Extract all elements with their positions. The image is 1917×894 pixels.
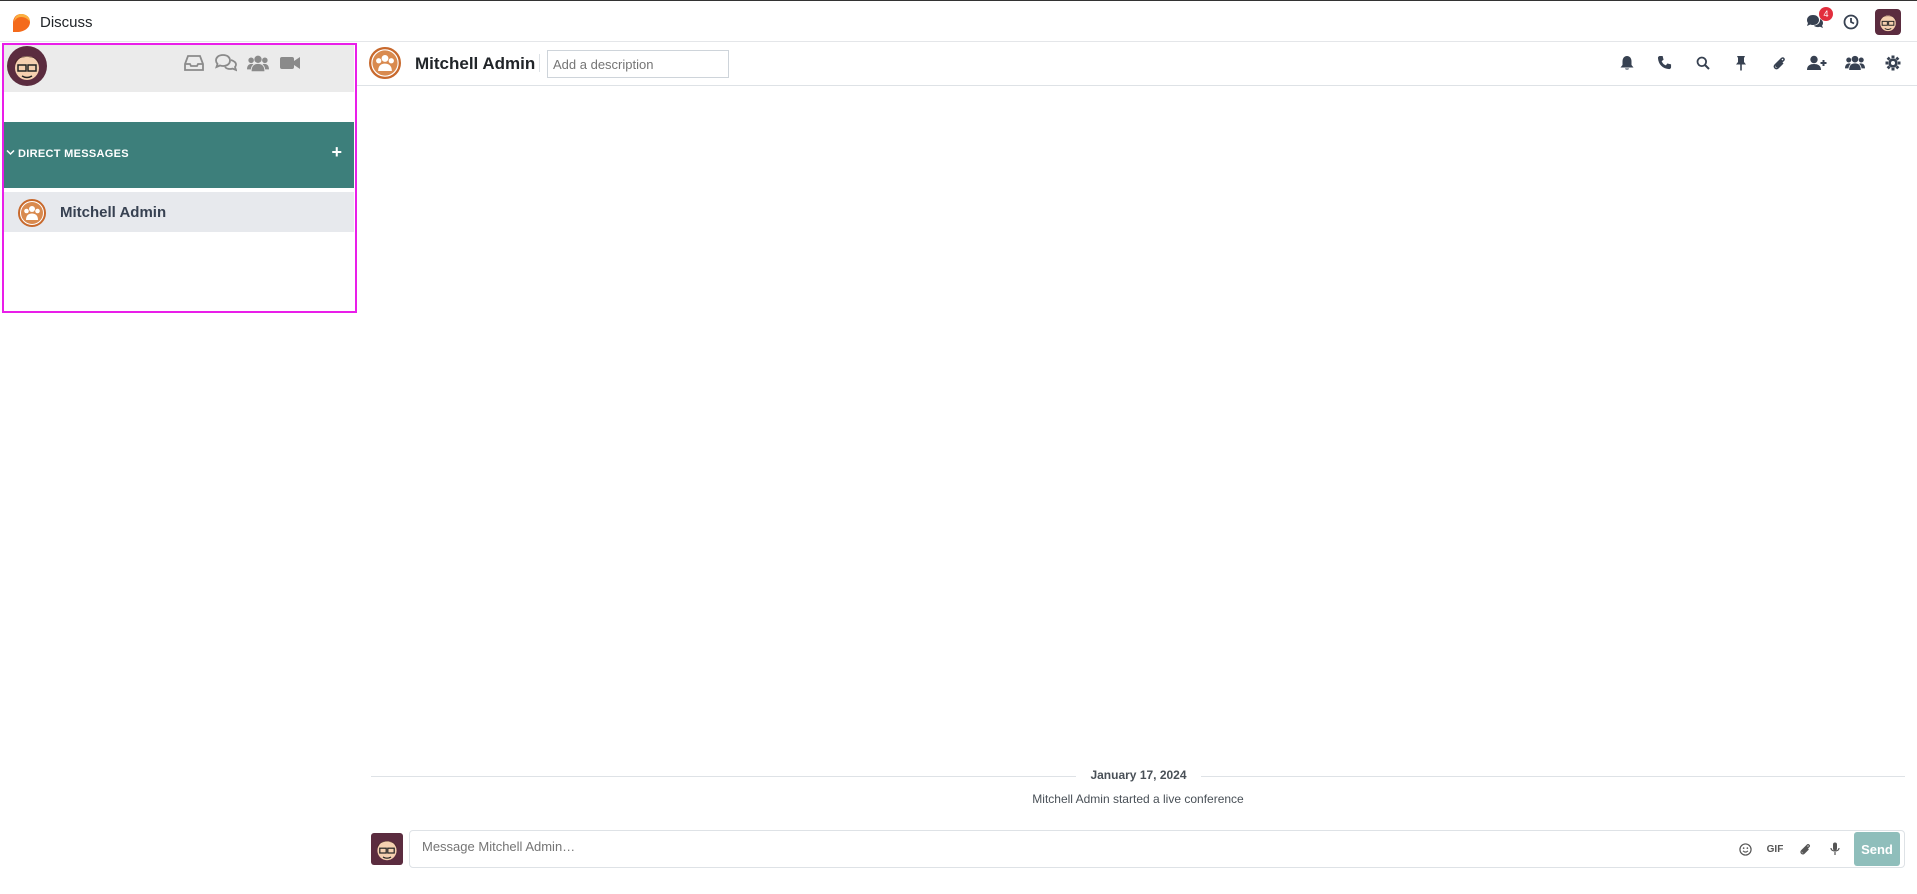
chat-bubbles-icon [215,54,237,72]
app-title[interactable]: Discuss [40,14,93,31]
sidebar-item-mitchell-admin[interactable]: Mitchell Admin [3,192,354,232]
user-avatar-menu[interactable] [1875,9,1901,35]
discuss-sidebar: DIRECT MESSAGES + Mitchell Admin [0,42,356,894]
activity-menu-button[interactable] [1839,10,1863,34]
bell-icon [1620,55,1633,70]
inbox-button[interactable] [183,52,205,74]
search-icon [1696,56,1710,70]
users-group-icon [247,55,269,72]
gif-button[interactable]: GIF [1766,840,1784,858]
add-chat-button[interactable]: + [331,142,342,163]
microphone-icon [1830,842,1840,855]
messaging-menu-button[interactable]: 4 [1803,7,1833,34]
top-navbar: Discuss 4 [0,0,1917,42]
inbox-icon [184,55,204,71]
date-label: January 17, 2024 [1090,768,1187,782]
call-button[interactable] [1654,52,1675,73]
unread-count-badge: 4 [1819,7,1833,21]
user-plus-icon [1806,55,1826,70]
composer-tools: GIF [1736,840,1844,858]
direct-messages-section[interactable]: DIRECT MESSAGES + [3,122,354,188]
voice-message-button[interactable] [1826,840,1844,858]
paperclip-icon [1800,844,1810,855]
date-separator: January 17, 2024 [371,768,1905,784]
current-user-avatar[interactable] [7,46,47,86]
chats-button[interactable] [215,52,237,74]
search-messages-button[interactable] [1692,52,1713,73]
sidebar-item-label: Mitchell Admin [60,204,167,221]
video-camera-icon [280,57,300,69]
thread-actions [1616,52,1903,73]
notification-message: Mitchell Admin started a live conference [1032,792,1244,806]
description-input[interactable] [547,50,729,78]
sidebar-quick-actions [183,52,301,74]
header-divider [539,54,540,72]
thread-settings-button[interactable] [1882,52,1903,73]
thread-title[interactable]: Mitchell Admin [415,54,535,74]
sidebar-header [3,44,354,92]
group-avatar-icon [18,199,46,227]
gear-icon [1885,55,1900,70]
user-avatar-icon [371,833,403,865]
group-avatar-icon [369,47,401,79]
systray: 4 [1803,7,1901,35]
paperclip-icon [1773,56,1785,69]
user-avatar-icon [1875,9,1901,35]
attach-file-button[interactable] [1796,840,1814,858]
smiley-icon [1738,842,1752,856]
users-group-icon [1844,55,1865,70]
section-title: DIRECT MESSAGES [18,148,129,160]
message-input[interactable] [422,839,1022,854]
divider [1201,776,1905,777]
pinned-messages-button[interactable] [1730,52,1751,73]
thread-header: Mitchell Admin [357,42,1917,86]
clock-icon [1843,14,1859,30]
attachments-button[interactable] [1768,52,1789,73]
emoji-button[interactable] [1736,840,1754,858]
pin-icon [1735,55,1746,70]
send-button[interactable]: Send [1854,832,1900,866]
channels-button[interactable] [247,52,269,74]
divider [371,776,1076,777]
member-list-button[interactable] [1844,52,1865,73]
message-composer: GIF Send [409,830,1905,868]
phone-icon [1657,55,1672,70]
chevron-down-icon[interactable] [6,148,15,160]
discuss-app-icon[interactable] [11,13,31,33]
meeting-button[interactable] [279,52,301,74]
invite-people-button[interactable] [1806,52,1827,73]
user-avatar-icon [7,46,47,86]
notification-settings-button[interactable] [1616,52,1637,73]
composer-avatar [371,833,403,865]
